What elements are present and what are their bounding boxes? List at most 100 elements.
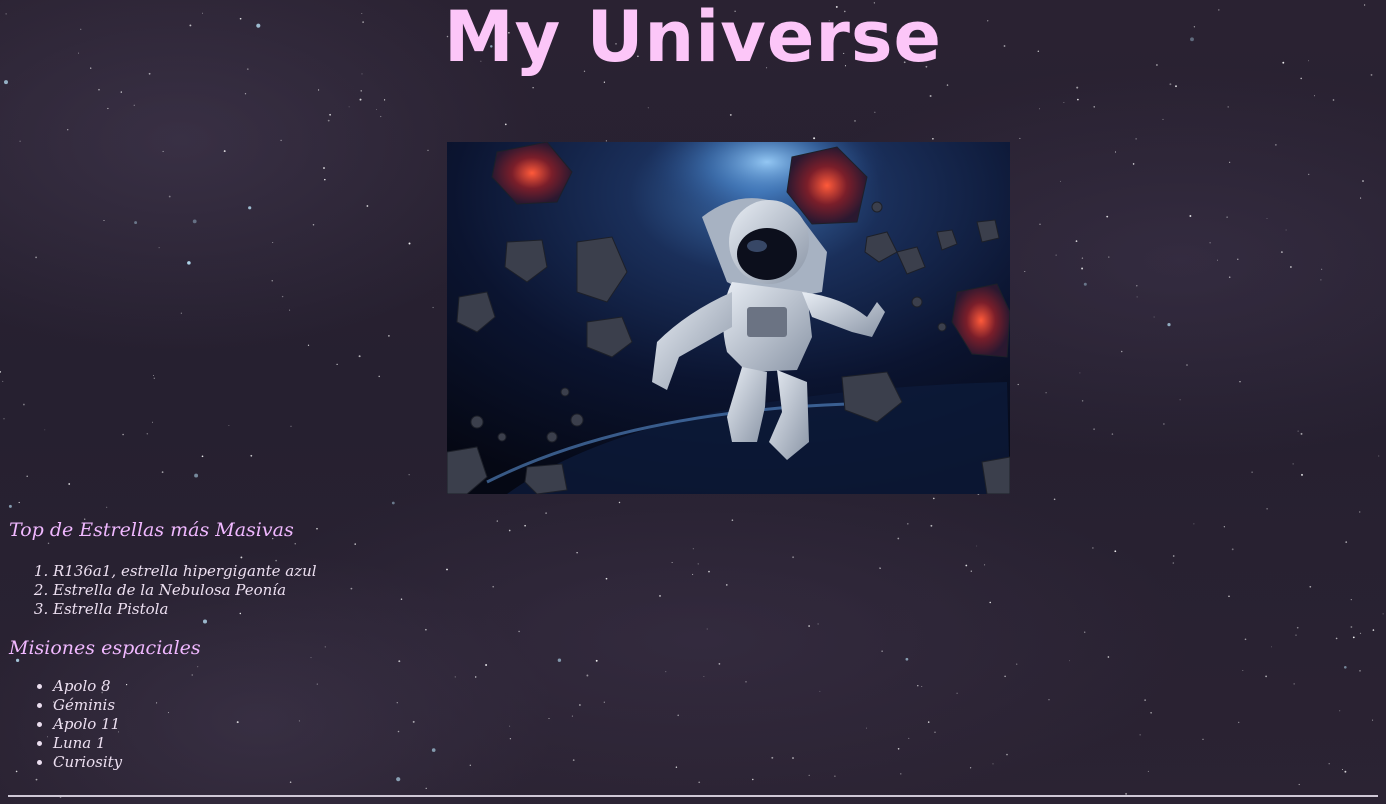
star-dot [1228,276,1231,278]
star-dot [1382,613,1384,615]
star-dot [1244,638,1247,641]
star-dot [1169,83,1172,86]
star-dot [1228,595,1230,598]
star-dot [396,777,401,782]
star-dot [187,261,191,265]
star-dot [1114,550,1117,553]
star-dot [67,129,69,131]
star-dot [366,205,369,207]
star-dot [1189,215,1192,217]
star-dot [1092,547,1094,549]
star-dot [122,433,124,436]
star-dot [1048,699,1050,701]
star-dot [106,506,108,508]
star-dot [1179,399,1181,401]
star-dot [729,113,732,116]
star-dot [26,475,28,478]
star-dot [1135,138,1137,140]
star-dot [792,757,794,759]
space-missions-heading: Misiones espaciales [9,637,201,659]
star-dot [1055,254,1057,256]
star-dot [745,680,747,683]
star-dot [900,773,902,775]
star-dot [1289,266,1292,268]
star-dot [1378,455,1380,457]
star-dot [35,778,38,781]
star-dot [1372,719,1374,721]
star-dot [866,727,867,729]
star-dot [271,280,273,282]
star-dot [984,564,986,566]
star-dot [192,219,197,224]
star-dot [180,312,182,314]
star-dot [532,87,534,89]
star-dot [324,178,326,181]
star-dot [348,106,350,108]
star-dot [1229,161,1231,163]
star-dot [146,433,149,435]
star-dot [881,650,883,652]
star-dot [1320,279,1322,281]
star-dot [969,767,972,769]
star-dot [4,80,8,85]
star-dot [408,474,410,476]
star-dot [360,90,362,92]
star-dot [897,748,900,750]
star-dot [927,721,930,723]
star-dot [1301,473,1303,476]
star-dot [427,149,429,152]
star-dot [228,425,230,427]
hero-image [447,142,1010,494]
star-dot [1297,430,1299,432]
star-dot [1139,734,1141,736]
star-dot [1227,106,1229,108]
star-dot [1107,656,1110,658]
star-dot [1360,197,1362,199]
star-dot [989,601,991,604]
star-dot [1300,432,1303,435]
star-dot [1308,173,1310,176]
star-dot [879,567,881,569]
star-dot [1081,267,1084,270]
star-dot [504,123,507,126]
star-dot [1345,541,1348,543]
star-dot [358,355,361,358]
star-dot [1239,381,1241,383]
star-dot [1309,585,1312,588]
star-dot [725,584,728,586]
star-dot [1292,463,1294,465]
star-dot [1251,471,1253,473]
star-dot [1024,270,1026,273]
star-dot [194,473,199,478]
star-dot [897,537,900,540]
massive-stars-list: R136a1, estrella hipergigante azul Estre… [9,562,709,619]
star-dot [307,344,310,346]
page-title: My Universe [443,0,943,78]
star-dot [1359,670,1361,672]
star-dot [813,137,816,140]
star-dot [1285,229,1287,231]
star-dot [1038,108,1041,110]
star-dot [1202,738,1204,740]
star-dot [647,107,649,109]
star-dot [376,109,378,111]
list-item: Apolo 8 [53,677,709,696]
star-dot [201,455,204,458]
star-dot [1075,240,1078,242]
star-dot [698,781,701,784]
star-dot [879,567,881,569]
star-dot [921,685,923,687]
star-dot [1059,180,1061,182]
space-missions-list: Apolo 8 Géminis Apolo 11 Luna 1 Curiosit… [9,677,709,772]
star-dot [1063,102,1065,103]
star-dot [35,256,38,259]
star-dot [323,167,325,169]
star-dot [1321,268,1323,270]
star-dot [908,737,910,739]
star-dot [603,81,606,83]
star-dot [408,242,411,245]
star-dot [1004,675,1006,678]
star-dot [808,625,810,627]
star-dot [2,380,4,382]
star-dot [1108,256,1110,258]
